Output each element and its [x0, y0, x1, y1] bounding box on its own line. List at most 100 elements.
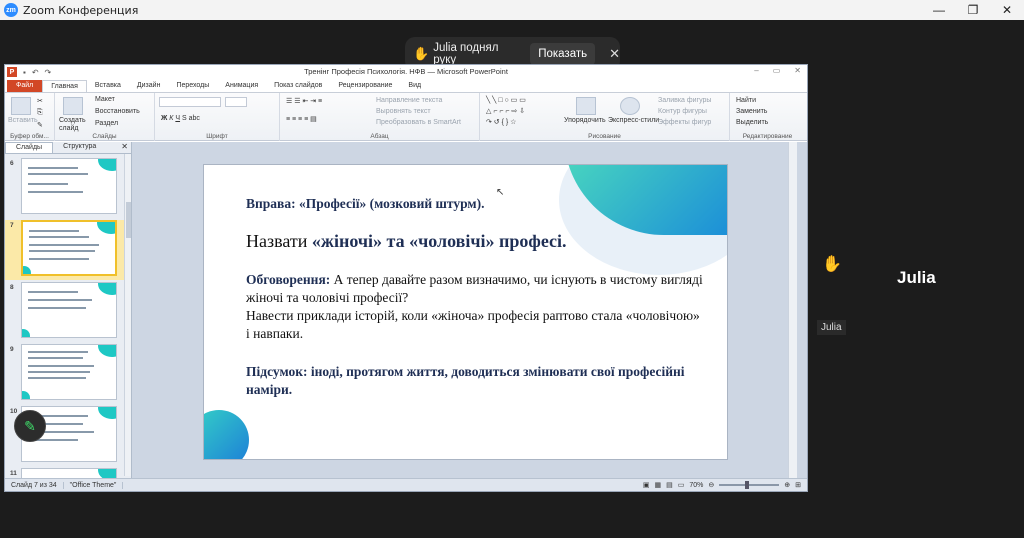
- show-button[interactable]: Показать: [530, 43, 596, 65]
- replace-button[interactable]: Заменить: [736, 108, 767, 115]
- thumbnail-preview: [21, 220, 117, 276]
- participant-name-tag: Julia: [817, 320, 846, 335]
- arrange-button[interactable]: Упорядочить: [564, 117, 606, 124]
- slide-thumbnail[interactable]: 6: [5, 158, 125, 218]
- tab-outline[interactable]: Структура: [53, 142, 106, 153]
- notification-close-button[interactable]: ✕: [609, 46, 620, 62]
- slide-thumbnail[interactable]: 8: [5, 282, 125, 342]
- group-drawing: ╲ ╲ □ ○ ▭ ▭ △ ⌐ ⌐ ⌐ ⇨ ⇩ ↷ ↺ { } ☆ Упоряд…: [480, 93, 730, 141]
- slide-thumbnail-selected[interactable]: 7: [5, 220, 125, 280]
- tab-slides[interactable]: Слайды: [5, 142, 54, 153]
- sorter-view-icon[interactable]: ▦: [654, 481, 661, 489]
- section-button[interactable]: Раздел: [95, 120, 118, 127]
- zoom-slider[interactable]: [719, 481, 780, 489]
- thumbnail-line: [28, 351, 88, 353]
- zoom-in-icon[interactable]: ⊕: [784, 481, 790, 489]
- shape-outline-button[interactable]: Контур фигуры: [658, 108, 707, 115]
- mouse-cursor-icon: ↖: [496, 187, 505, 198]
- pencil-icon[interactable]: ✎: [14, 410, 46, 442]
- arrange-icon[interactable]: [576, 97, 596, 115]
- maximize-button[interactable]: ❐: [956, 0, 990, 20]
- select-button[interactable]: Выделить: [736, 119, 768, 126]
- tab-review[interactable]: Рецензирование: [330, 80, 400, 92]
- font-size-select[interactable]: [225, 97, 247, 107]
- slide-heading: Назвати «жіночі» та «чоловічі» професі.: [246, 231, 567, 252]
- font-group-label: Шрифт: [206, 133, 228, 140]
- cut-icon[interactable]: ✂: [37, 97, 43, 105]
- normal-view-icon[interactable]: ▣: [643, 481, 650, 489]
- new-slide-icon[interactable]: [63, 97, 83, 115]
- examples-text: Навести приклади історій, коли «жіноча» …: [246, 308, 700, 341]
- layout-button[interactable]: Макет: [95, 96, 115, 103]
- copy-icon[interactable]: ⎘: [37, 109, 43, 117]
- panel-scrollbar[interactable]: [124, 154, 131, 476]
- tab-file[interactable]: Файл: [7, 80, 43, 92]
- slide-body: Обговорення: А тепер давайте разом визна…: [246, 271, 706, 343]
- tab-slideshow[interactable]: Показ слайдов: [266, 80, 330, 92]
- slide-number: 7: [10, 222, 14, 229]
- reset-button[interactable]: Восстановить: [95, 108, 140, 115]
- thumbnail-line: [28, 299, 92, 301]
- paste-icon[interactable]: [11, 97, 31, 115]
- zoom-slider-knob[interactable]: [745, 481, 750, 489]
- thumbnail-line: [28, 173, 88, 175]
- thumbnail-line: [29, 230, 79, 232]
- shape-effects-button[interactable]: Эффекты фигур: [658, 119, 711, 126]
- zoom-out-icon[interactable]: ⊖: [708, 481, 714, 489]
- tab-insert[interactable]: Вставка: [87, 80, 129, 92]
- close-button[interactable]: ✕: [990, 0, 1024, 20]
- thumbnail-line: [29, 244, 99, 246]
- align-text-button[interactable]: Выровнять текст: [376, 108, 431, 115]
- shapes-icon[interactable]: ╲ ╲ □ ○ ▭ ▭: [486, 96, 526, 104]
- slide-thumbnail[interactable]: 9: [5, 344, 125, 404]
- slideshow-icon[interactable]: ▭: [678, 481, 685, 489]
- window-controls: — ❐ ✕: [922, 0, 1024, 20]
- paragraph-group-label: Абзац: [370, 133, 389, 140]
- shapes-row2-icon[interactable]: △ ⌐ ⌐ ⌐ ⇨ ⇩: [486, 107, 525, 115]
- thumbnail-line: [28, 167, 78, 169]
- thumbnail-line: [29, 236, 89, 238]
- fit-slide-icon[interactable]: ⊞: [795, 481, 801, 489]
- thumbnail-decoration: [98, 159, 116, 171]
- thumbnail-preview: [21, 344, 117, 400]
- bold-icon[interactable]: Ж К Ч S abc: [161, 115, 200, 122]
- minimize-button[interactable]: —: [922, 0, 956, 20]
- zoom-logo-icon: zm: [4, 3, 18, 17]
- find-button[interactable]: Найти: [736, 97, 756, 104]
- paste-button[interactable]: Вставить: [8, 117, 38, 124]
- tab-animation[interactable]: Анимация: [217, 80, 266, 92]
- thumbnail-line: [28, 377, 86, 379]
- thumbnail-line: [29, 258, 89, 260]
- ppt-minimize-button[interactable]: –: [754, 66, 758, 75]
- thumbnail-decoration: [98, 283, 116, 295]
- new-slide-button[interactable]: Создать слайд: [59, 117, 89, 133]
- tab-home[interactable]: Главная: [42, 80, 87, 92]
- slide-scrollbar[interactable]: [788, 142, 797, 478]
- font-family-select[interactable]: [159, 97, 221, 107]
- smartart-button[interactable]: Преобразовать в SmartArt: [376, 119, 461, 126]
- panel-close-icon[interactable]: ✕: [121, 142, 128, 153]
- panel-tabs: Слайды Структура ✕: [5, 142, 131, 154]
- ppt-restore-button[interactable]: ▭: [773, 66, 781, 75]
- tab-transitions[interactable]: Переходы: [168, 80, 217, 92]
- ppt-close-button[interactable]: ✕: [794, 66, 801, 75]
- scrollbar-thumb[interactable]: [126, 202, 131, 238]
- slide-number: 8: [10, 284, 14, 291]
- slide-thumbnail[interactable]: 11: [5, 468, 125, 478]
- bullets-icon[interactable]: ☰ ☰ ⇤ ⇥ ≡: [286, 97, 322, 105]
- heading-bold-text: «жіночі» та «чоловічі» професі.: [311, 231, 567, 251]
- shape-fill-button[interactable]: Заливка фигуры: [658, 97, 711, 104]
- slide-number: 11: [10, 470, 17, 477]
- thumbnail-decoration: [22, 329, 30, 337]
- format-painter-icon[interactable]: ✎: [37, 121, 43, 129]
- tab-design[interactable]: Дизайн: [129, 80, 169, 92]
- quick-styles-button[interactable]: Экспресс-стили: [608, 117, 659, 124]
- shapes-row3-icon[interactable]: ↷ ↺ { } ☆: [486, 118, 516, 126]
- reading-view-icon[interactable]: ▤: [666, 481, 673, 489]
- align-icon[interactable]: ≡ ≡ ≡ ≡ ▤: [286, 115, 317, 123]
- text-direction-button[interactable]: Направление текста: [376, 97, 442, 104]
- tab-view[interactable]: Вид: [400, 80, 429, 92]
- zoom-level[interactable]: 70%: [689, 482, 703, 489]
- current-slide[interactable]: ↖ Вправа: «Професії» (мозковий штурм). Н…: [203, 164, 728, 460]
- quick-styles-icon[interactable]: [620, 97, 640, 115]
